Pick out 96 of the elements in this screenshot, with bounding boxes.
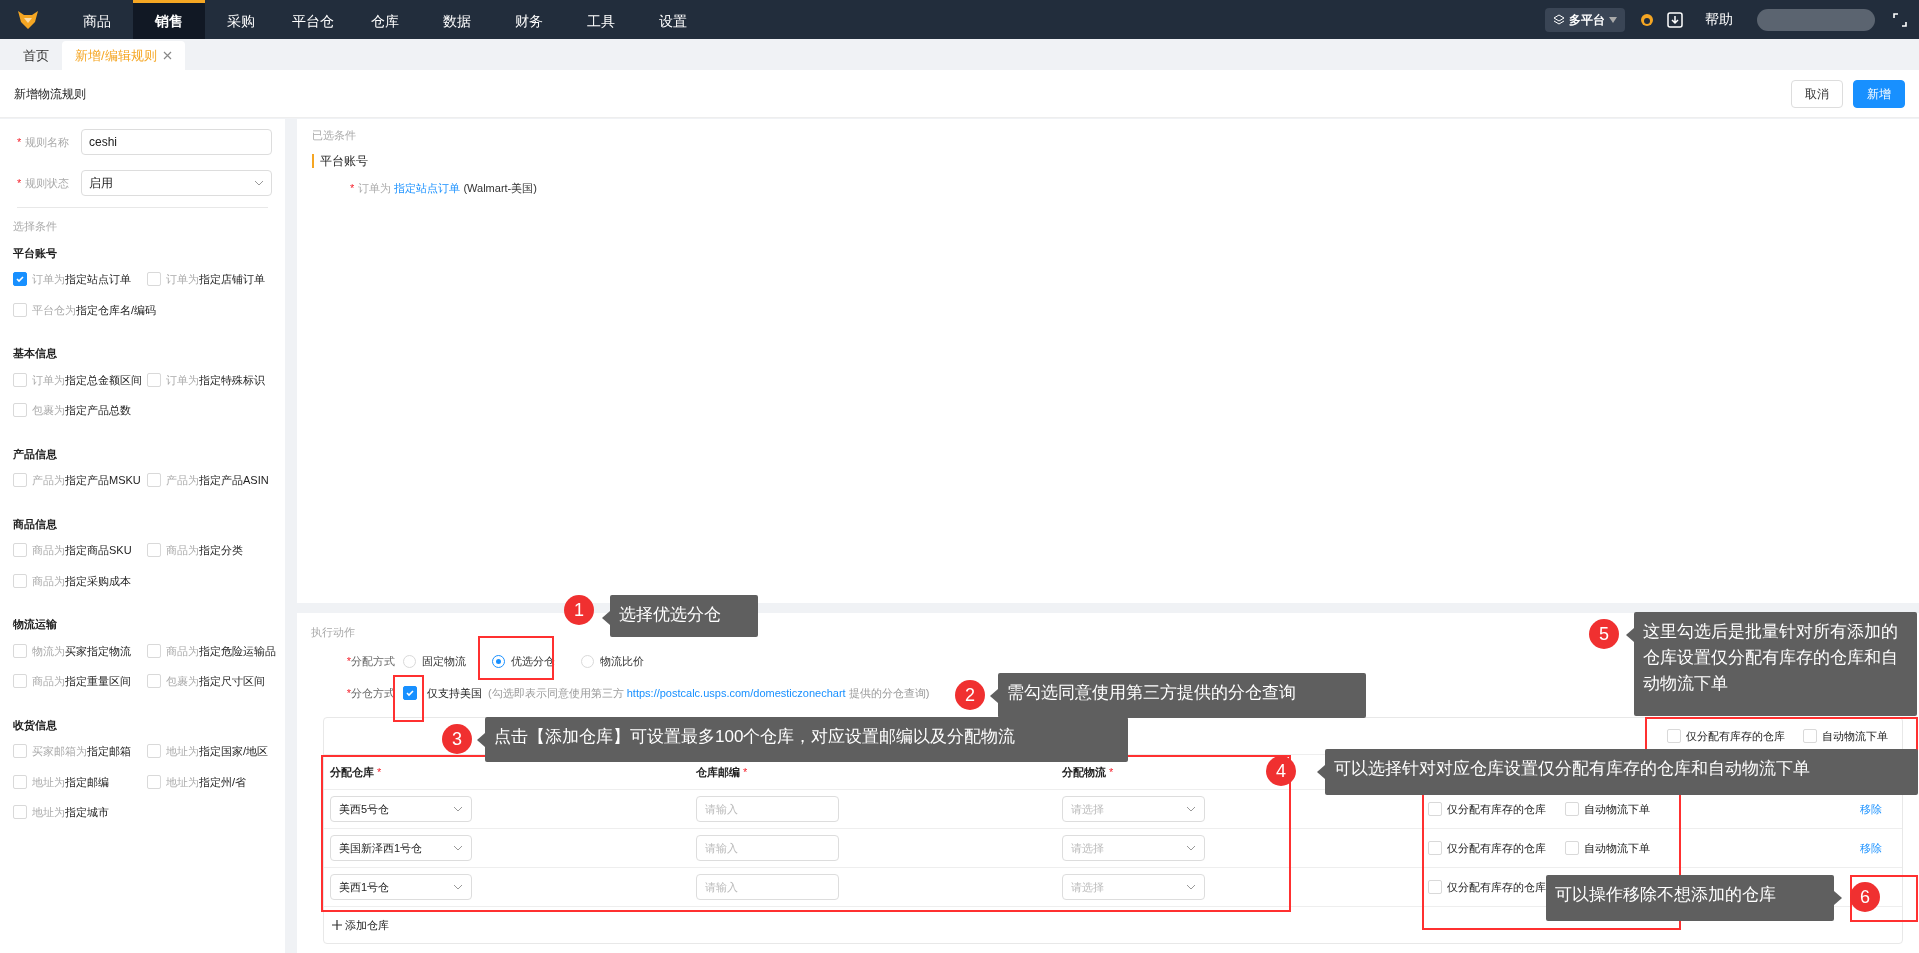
condition-label: 地址为指定邮编 bbox=[32, 774, 109, 790]
condition-label: 平台仓为指定仓库名/编码 bbox=[32, 302, 157, 318]
group-title: 平台账号 bbox=[312, 153, 1904, 168]
radio-label: 固定物流 bbox=[422, 653, 466, 669]
page-title: 新增物流规则 bbox=[14, 85, 86, 103]
field-label: * 规则状态 bbox=[16, 175, 71, 191]
condition-label: 商品为指定商品SKU bbox=[32, 543, 132, 558]
chevron-down-icon bbox=[1186, 884, 1196, 890]
warehouse-select[interactable]: 美西1号仓 bbox=[330, 874, 472, 900]
fox-logo-icon bbox=[17, 9, 39, 30]
warehouse-select[interactable]: 美国新泽西1号仓 bbox=[330, 835, 472, 861]
chevron-down-icon bbox=[453, 884, 463, 890]
zip-input[interactable]: 请输入 bbox=[696, 874, 839, 900]
warehouse-select[interactable]: 美西5号仓 bbox=[330, 796, 472, 822]
condition-label: 商品为指定采购成本 bbox=[32, 573, 131, 589]
nav-tab[interactable]: 工具 bbox=[565, 0, 637, 39]
checkbox-label: 仅分配有库存的仓库 bbox=[1686, 728, 1785, 744]
highlight-frame bbox=[393, 675, 424, 722]
condition-label: 商品为指定分类 bbox=[166, 543, 243, 558]
add-warehouse-button[interactable]: 添加仓库 bbox=[332, 907, 389, 943]
page-tab[interactable]: 首页 bbox=[10, 41, 62, 70]
checkbox-label: 自动物流下单 bbox=[1584, 840, 1650, 856]
condition-label: 订单为指定店铺订单 bbox=[166, 272, 265, 287]
group-title: 产品信息 bbox=[13, 446, 58, 462]
zip-input[interactable]: 请输入 bbox=[696, 796, 839, 822]
section-caption: 已选条件 bbox=[312, 128, 357, 143]
section-caption: 选择条件 bbox=[13, 219, 58, 234]
condition-label: 地址为指定国家/地区 bbox=[166, 744, 269, 759]
cancel-button[interactable]: 取消 bbox=[1791, 79, 1843, 108]
condition-label: 订单为指定总金额区间 bbox=[32, 372, 142, 388]
nav-tab[interactable]: 平台仓 bbox=[277, 0, 349, 39]
checkbox-label: 自动物流下单 bbox=[1584, 801, 1650, 817]
fullscreen-icon[interactable] bbox=[1893, 12, 1907, 27]
condition-label: 商品为指定重量区间 bbox=[32, 674, 131, 689]
group-title: 收货信息 bbox=[13, 717, 58, 733]
condition-label: 地址为指定州/省 bbox=[166, 774, 247, 790]
highlight-frame bbox=[1850, 875, 1918, 922]
field-label: *分配方式 bbox=[345, 653, 396, 669]
checkbox[interactable] bbox=[403, 686, 417, 700]
nav-tab[interactable]: 仓库 bbox=[349, 0, 421, 39]
callout-tooltip: 这里勾选后是批量针对所有添加的仓库设置仅分配有库存的仓库和自动物流下单 bbox=[1634, 612, 1917, 716]
zip-input[interactable]: 请输入 bbox=[696, 835, 839, 861]
chevron-down-icon bbox=[453, 806, 463, 812]
condition-label: 物流为买家指定物流 bbox=[32, 643, 131, 659]
condition-label: 商品为指定危险运输品 bbox=[166, 643, 276, 659]
callout-tooltip: 点击【添加仓库】可设置最多100个仓库，对应设置邮编以及分配物流 bbox=[485, 717, 1128, 762]
plus-icon bbox=[332, 920, 342, 930]
checkbox-label: 自动物流下单 bbox=[1822, 728, 1888, 744]
checkbox-label: 仅分配有库存的仓库 bbox=[1447, 840, 1546, 856]
layers-icon bbox=[1553, 13, 1565, 26]
chevron-down-icon bbox=[1186, 845, 1196, 851]
callout-tooltip: 可以选择针对对应仓库设置仅分配有库存的仓库和自动物流下单 bbox=[1325, 749, 1918, 795]
nav-tab[interactable]: 商品 bbox=[61, 0, 133, 39]
group-title: 基本信息 bbox=[13, 346, 58, 361]
radio-label: 物流比价 bbox=[600, 653, 644, 669]
group-title: 平台账号 bbox=[13, 245, 58, 261]
checkbox-label: 仅分配有库存的仓库 bbox=[1447, 879, 1546, 895]
selected-rule: * 订单为 指定站点订单 (Walmart-美国) bbox=[349, 180, 538, 196]
chevron-down-icon bbox=[453, 845, 463, 851]
checkmark-icon bbox=[15, 274, 25, 285]
close-icon[interactable] bbox=[162, 51, 172, 60]
nav-tab[interactable]: 采购 bbox=[205, 0, 277, 39]
nav-tab[interactable]: 数据 bbox=[421, 0, 493, 39]
help-link[interactable]: 帮助 bbox=[1705, 9, 1733, 30]
checkmark-icon bbox=[405, 688, 415, 698]
checkbox-label: 仅支持美国 bbox=[427, 685, 482, 701]
condition-label: 地址为指定城市 bbox=[32, 805, 109, 820]
column-header: 分配物流 * bbox=[1062, 764, 1114, 780]
checkbox-label: 仅分配有库存的仓库 bbox=[1447, 801, 1546, 817]
nav-tab[interactable]: 销售 bbox=[133, 0, 205, 39]
download-icon[interactable] bbox=[1667, 11, 1683, 28]
condition-label: 产品为指定产品MSKU bbox=[32, 473, 141, 488]
group-title: 商品信息 bbox=[13, 516, 58, 532]
status-select[interactable]: 启用 bbox=[81, 170, 272, 196]
name-input[interactable]: ceshi bbox=[81, 129, 272, 155]
field-label: * 规则名称 bbox=[16, 134, 71, 150]
nav-tab[interactable]: 财务 bbox=[493, 0, 565, 39]
column-header: 分配仓库 * bbox=[330, 764, 382, 780]
chevron-down-icon bbox=[1186, 806, 1196, 812]
caret-icon bbox=[1609, 16, 1617, 23]
group-title: 物流运输 bbox=[13, 617, 58, 632]
section-caption: 执行动作 bbox=[311, 625, 355, 639]
callout-tooltip: 可以操作移除不想添加的仓库 bbox=[1546, 875, 1834, 921]
condition-label: 订单为指定特殊标识 bbox=[166, 372, 265, 388]
condition-label: 包裹为指定产品总数 bbox=[32, 403, 131, 418]
checkbox[interactable] bbox=[13, 272, 27, 287]
condition-label: 产品为指定产品ASIN bbox=[166, 473, 269, 488]
condition-label: 买家邮箱为指定邮箱 bbox=[32, 744, 131, 759]
condition-label: 订单为指定站点订单 bbox=[32, 272, 131, 287]
nav-tab[interactable]: 设置 bbox=[637, 0, 709, 39]
callout-tooltip: 需勾选同意使用第三方提供的分仓查询 bbox=[998, 673, 1366, 718]
condition-label: 包裹为指定尺寸区间 bbox=[166, 674, 265, 689]
chevron-down-icon bbox=[254, 180, 264, 186]
platform-dropdown[interactable]: 多平台 bbox=[1545, 7, 1625, 32]
callout-tooltip: 选择优选分仓 bbox=[610, 595, 758, 637]
column-header: 仓库邮编 * bbox=[696, 764, 748, 780]
